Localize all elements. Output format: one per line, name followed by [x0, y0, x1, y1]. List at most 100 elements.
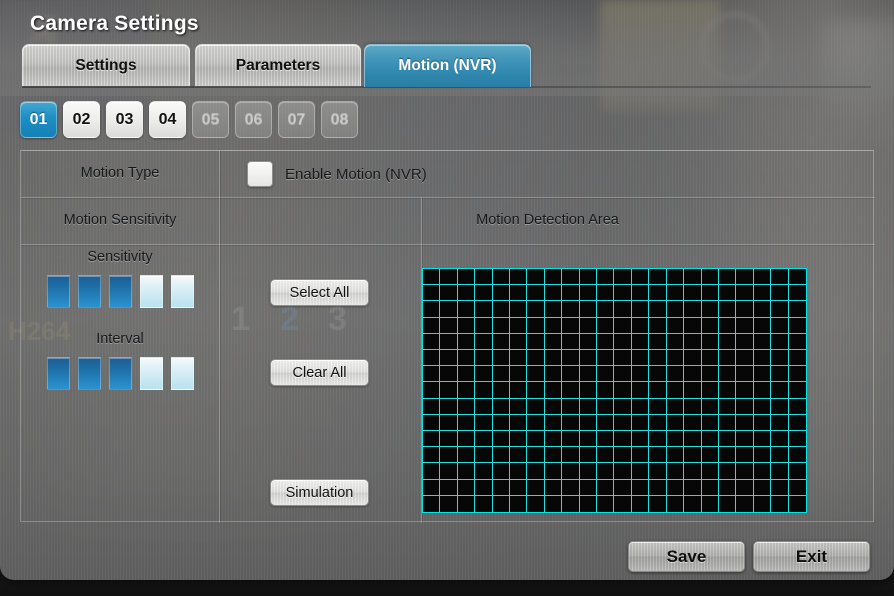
grid-cell[interactable] [753, 495, 772, 512]
grid-cell[interactable] [649, 431, 667, 448]
interval-bar-step-2[interactable] [77, 357, 101, 390]
grid-cell[interactable] [510, 382, 528, 399]
exit-button[interactable]: Exit [753, 541, 870, 572]
grid-cell[interactable] [492, 398, 511, 415]
grid-cell[interactable] [457, 269, 476, 286]
grid-cell[interactable] [666, 301, 685, 318]
grid-cell[interactable] [527, 447, 545, 464]
grid-cell[interactable] [423, 479, 441, 496]
grid-cell[interactable] [579, 479, 598, 496]
grid-cell[interactable] [718, 414, 737, 431]
grid-cell[interactable] [684, 317, 702, 334]
grid-cell[interactable] [684, 398, 702, 415]
grid-cell[interactable] [423, 414, 441, 431]
grid-cell[interactable] [597, 285, 615, 302]
grid-cell[interactable] [527, 301, 545, 318]
grid-cell[interactable] [736, 366, 754, 383]
grid-cell[interactable] [475, 463, 493, 480]
grid-cell[interactable] [666, 495, 685, 512]
grid-cell[interactable] [492, 431, 511, 448]
sensitivity-bar-step-5[interactable] [170, 275, 194, 308]
grid-cell[interactable] [718, 479, 737, 496]
sensitivity-slider[interactable] [21, 275, 219, 308]
grid-cell[interactable] [457, 382, 476, 399]
grid-cell[interactable] [510, 447, 528, 464]
grid-cell[interactable] [684, 447, 702, 464]
grid-cell[interactable] [666, 431, 685, 448]
grid-cell[interactable] [736, 285, 754, 302]
grid-cell[interactable] [510, 366, 528, 383]
grid-cell[interactable] [701, 495, 719, 512]
grid-cell[interactable] [544, 398, 563, 415]
grid-cell[interactable] [736, 398, 754, 415]
grid-cell[interactable] [579, 317, 598, 334]
grid-cell[interactable] [440, 317, 458, 334]
grid-cell[interactable] [440, 398, 458, 415]
grid-cell[interactable] [544, 301, 563, 318]
grid-cell[interactable] [440, 382, 458, 399]
grid-cell[interactable] [718, 269, 737, 286]
grid-cell[interactable] [527, 333, 545, 350]
grid-cell[interactable] [510, 269, 528, 286]
grid-cell[interactable] [457, 301, 476, 318]
grid-cell[interactable] [666, 350, 685, 367]
sensitivity-bar-step-4[interactable] [139, 275, 163, 308]
grid-cell[interactable] [457, 333, 476, 350]
grid-cell[interactable] [788, 495, 806, 512]
grid-cell[interactable] [649, 301, 667, 318]
grid-cell[interactable] [475, 382, 493, 399]
simulation-button[interactable]: Simulation [270, 479, 369, 506]
grid-cell[interactable] [788, 269, 806, 286]
grid-cell[interactable] [666, 479, 685, 496]
grid-cell[interactable] [736, 350, 754, 367]
grid-cell[interactable] [544, 333, 563, 350]
grid-cell[interactable] [562, 333, 580, 350]
grid-cell[interactable] [753, 269, 772, 286]
interval-bar-step-4[interactable] [139, 357, 163, 390]
grid-cell[interactable] [457, 431, 476, 448]
grid-cell[interactable] [510, 317, 528, 334]
grid-cell[interactable] [718, 431, 737, 448]
grid-cell[interactable] [423, 398, 441, 415]
grid-cell[interactable] [701, 431, 719, 448]
grid-cell[interactable] [597, 301, 615, 318]
grid-cell[interactable] [631, 463, 650, 480]
grid-cell[interactable] [475, 414, 493, 431]
grid-cell[interactable] [614, 447, 632, 464]
grid-cell[interactable] [701, 269, 719, 286]
grid-cell[interactable] [510, 398, 528, 415]
grid-cell[interactable] [614, 431, 632, 448]
grid-cell[interactable] [753, 431, 772, 448]
grid-cell[interactable] [423, 350, 441, 367]
grid-cell[interactable] [423, 366, 441, 383]
grid-cell[interactable] [771, 333, 789, 350]
grid-cell[interactable] [666, 447, 685, 464]
grid-cell[interactable] [631, 495, 650, 512]
grid-cell[interactable] [492, 285, 511, 302]
grid-cell[interactable] [562, 269, 580, 286]
grid-cell[interactable] [457, 285, 476, 302]
grid-cell[interactable] [527, 285, 545, 302]
grid-cell[interactable] [666, 463, 685, 480]
grid-cell[interactable] [718, 495, 737, 512]
grid-cell[interactable] [753, 350, 772, 367]
grid-cell[interactable] [475, 398, 493, 415]
grid-cell[interactable] [736, 317, 754, 334]
grid-cell[interactable] [631, 382, 650, 399]
grid-cell[interactable] [423, 333, 441, 350]
grid-cell[interactable] [562, 447, 580, 464]
grid-cell[interactable] [579, 382, 598, 399]
grid-cell[interactable] [736, 479, 754, 496]
grid-cell[interactable] [527, 431, 545, 448]
grid-cell[interactable] [666, 382, 685, 399]
grid-cell[interactable] [492, 317, 511, 334]
grid-cell[interactable] [492, 463, 511, 480]
grid-cell[interactable] [631, 269, 650, 286]
grid-cell[interactable] [562, 414, 580, 431]
grid-cell[interactable] [684, 495, 702, 512]
grid-cell[interactable] [649, 495, 667, 512]
sensitivity-bar-step-1[interactable] [46, 275, 70, 308]
grid-cell[interactable] [510, 285, 528, 302]
grid-cell[interactable] [684, 366, 702, 383]
grid-cell[interactable] [666, 269, 685, 286]
